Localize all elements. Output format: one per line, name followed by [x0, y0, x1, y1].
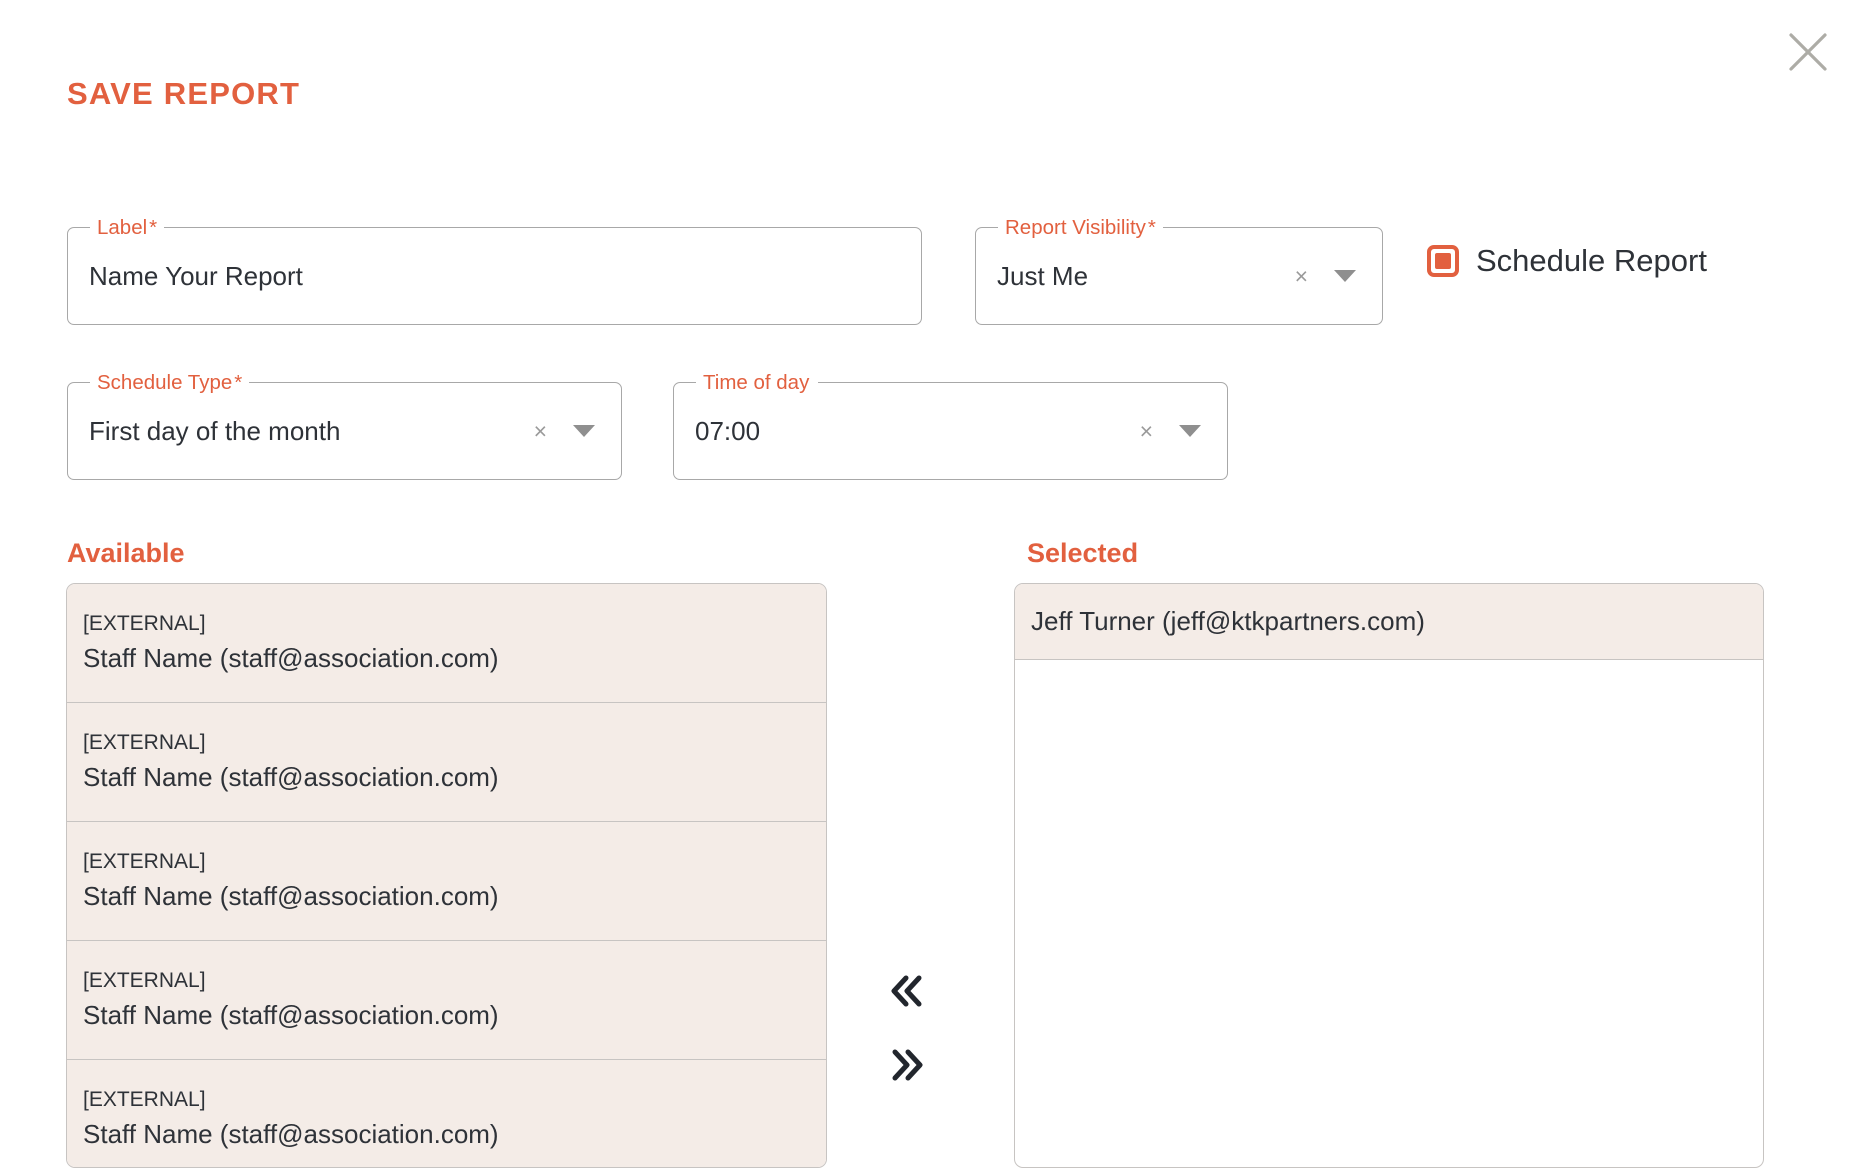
clear-icon[interactable]: × [1291, 264, 1312, 288]
double-chevron-left-icon [885, 971, 929, 1011]
list-item-label: Staff Name (staff@association.com) [83, 1119, 499, 1149]
schedule-report-checkbox[interactable]: Schedule Report [1427, 243, 1707, 279]
selected-list-heading: Selected [1027, 538, 1139, 568]
schedule-type-legend: Schedule Type* [90, 370, 250, 395]
list-item-label: Jeff Turner (jeff@ktkpartners.com) [1031, 606, 1425, 636]
report-visibility-legend: Report Visibility* [998, 215, 1163, 240]
schedule-report-label: Schedule Report [1476, 243, 1707, 278]
list-item[interactable]: Jeff Turner (jeff@ktkpartners.com) [1015, 584, 1763, 660]
list-item[interactable]: [EXTERNAL] Staff Name (staff@association.… [67, 822, 826, 941]
transfer-controls [880, 965, 934, 1091]
clear-icon[interactable]: × [1136, 419, 1157, 443]
list-item-tag: [EXTERNAL] [83, 731, 206, 754]
page-title: SAVE REPORT [67, 76, 301, 111]
list-item-tag: [EXTERNAL] [83, 612, 206, 635]
list-item[interactable]: [EXTERNAL] Staff Name (staff@association.… [67, 703, 826, 822]
list-item-label: Staff Name (staff@association.com) [83, 762, 499, 792]
move-to-selected-button[interactable] [880, 1039, 934, 1091]
available-list[interactable]: [EXTERNAL] Staff Name (staff@association.… [66, 583, 827, 1168]
required-marker: * [1147, 216, 1156, 239]
time-of-day-legend: Time of day [696, 370, 819, 395]
list-item-tag: [EXTERNAL] [83, 969, 206, 992]
double-chevron-right-icon [885, 1045, 929, 1085]
required-marker: * [234, 371, 243, 394]
time-of-day-select[interactable]: Time of day 07:00 × [673, 370, 1228, 480]
schedule-type-select[interactable]: Schedule Type* First day of the month × [67, 370, 622, 480]
selected-list[interactable]: Jeff Turner (jeff@ktkpartners.com) [1014, 583, 1764, 1168]
report-visibility-value: Just Me [997, 260, 1089, 291]
checkbox-checked-fill [1435, 253, 1451, 269]
list-item-tag: [EXTERNAL] [83, 1088, 206, 1111]
close-icon [1786, 30, 1830, 74]
list-item-tag: [EXTERNAL] [83, 850, 206, 873]
required-marker: * [149, 216, 158, 239]
list-item-label: Staff Name (staff@association.com) [83, 643, 499, 673]
list-item[interactable]: [EXTERNAL] Staff Name (staff@association.… [67, 1060, 826, 1167]
list-item-label: Staff Name (staff@association.com) [83, 1000, 499, 1030]
chevron-down-icon[interactable] [1334, 270, 1356, 282]
time-of-day-value: 07:00 [695, 415, 761, 446]
report-visibility-select[interactable]: Report Visibility* Just Me × [975, 215, 1383, 325]
list-item-label: Staff Name (staff@association.com) [83, 881, 499, 911]
schedule-type-value: First day of the month [89, 415, 341, 446]
list-item[interactable]: [EXTERNAL] Staff Name (staff@association.… [67, 941, 826, 1060]
label-field[interactable]: Label* Name Your Report [67, 215, 922, 325]
chevron-down-icon[interactable] [1179, 425, 1201, 437]
label-field-legend: Label* [90, 215, 165, 240]
checkbox-icon [1427, 245, 1459, 277]
list-item[interactable]: [EXTERNAL] Staff Name (staff@association.… [67, 584, 826, 703]
available-list-heading: Available [67, 538, 185, 568]
clear-icon[interactable]: × [530, 419, 551, 443]
close-dialog-button[interactable] [1778, 22, 1838, 82]
chevron-down-icon[interactable] [573, 425, 595, 437]
label-field-value: Name Your Report [89, 260, 303, 291]
move-to-available-button[interactable] [880, 965, 934, 1017]
